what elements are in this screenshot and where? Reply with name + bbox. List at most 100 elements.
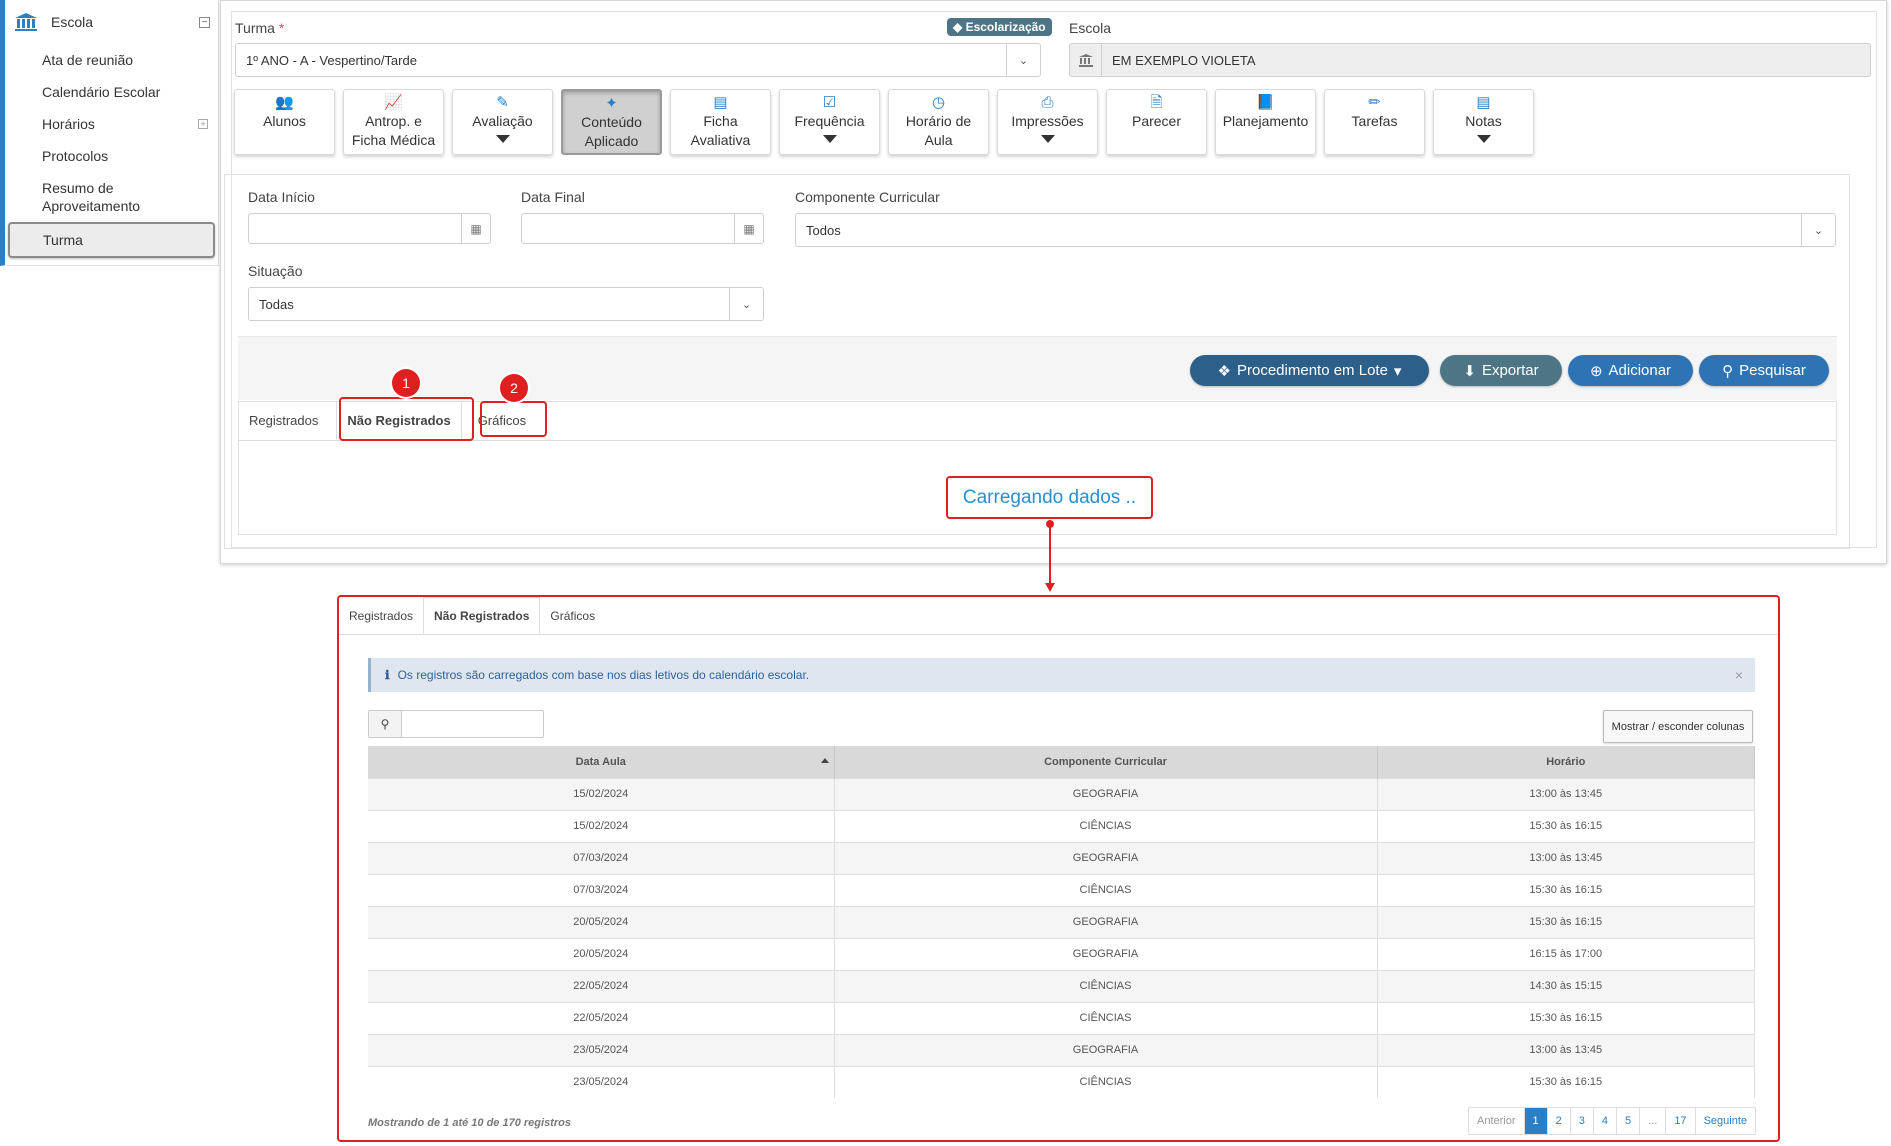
turma-select[interactable]: 1º ANO - A - Vespertino/Tarde ⌄ [235, 43, 1041, 77]
exportar-button[interactable]: ⬇ Exportar [1440, 355, 1562, 386]
table-row[interactable]: 15/02/2024 CIÊNCIAS 15:30 às 16:15 [368, 809, 1755, 842]
sidebar: Escola − Ata de reunião Calendário Escol… [0, 0, 219, 266]
componente-label: Componente Curricular [795, 189, 940, 205]
sidebar-item-resumo[interactable]: Resumo de Aproveitamento [5, 172, 185, 222]
calendar-icon[interactable]: ▦ [461, 214, 490, 243]
table-cell: 15:30 às 16:15 [1377, 905, 1755, 938]
table-row[interactable]: 22/05/2024 CIÊNCIAS 14:30 às 15:15 [368, 969, 1755, 1002]
button-label: Planejamento [1222, 113, 1309, 129]
chevron-down-icon[interactable]: ⌄ [729, 288, 763, 320]
button-label: Ficha [703, 113, 738, 129]
parecer-button[interactable]: 🗎 Parecer [1106, 89, 1207, 155]
records-table: Data Aula Componente Curricular Horário … [368, 746, 1755, 1098]
close-icon[interactable]: × [1735, 667, 1743, 683]
pagination-page[interactable]: 5 [1617, 1108, 1641, 1134]
pagination: Anterior 1 2 3 4 5 ... 17 Seguinte [1467, 1107, 1756, 1135]
chevron-down-icon[interactable]: ⌄ [1006, 44, 1040, 76]
table-cell: 16:15 às 17:00 [1377, 937, 1755, 970]
table-row[interactable]: 22/05/2024 CIÊNCIAS 15:30 às 16:15 [368, 1001, 1755, 1034]
print-icon: ⎙ [1041, 94, 1054, 111]
sidebar-item-label: Turma [43, 232, 83, 248]
procedimento-lote-button[interactable]: ❖ Procedimento em Lote ▾ [1190, 355, 1429, 386]
ficha-avaliativa-button[interactable]: ▤ Ficha Avaliativa [670, 89, 771, 155]
sidebar-item-horarios[interactable]: Horários + [5, 108, 218, 140]
button-label: Frequência [794, 113, 865, 129]
antrop-button[interactable]: 📈 Antrop. e Ficha Médica [343, 89, 444, 155]
column-header-componente[interactable]: Componente Curricular [834, 746, 1378, 778]
table-cell: 20/05/2024 [368, 905, 835, 938]
button-label-2: Ficha Médica [351, 132, 436, 148]
table-body: 15/02/2024 GEOGRAFIA 13:00 às 13:45 15/02/2… [368, 777, 1755, 1098]
highlight-box-1 [339, 397, 474, 441]
table-cell: 15:30 às 16:15 [1377, 873, 1755, 906]
table-row[interactable]: 23/05/2024 CIÊNCIAS 15:30 às 16:15 [368, 1065, 1755, 1098]
table-cell: GEOGRAFIA [834, 937, 1378, 970]
table-cell: CIÊNCIAS [834, 1001, 1378, 1034]
table-row[interactable]: 23/05/2024 GEOGRAFIA 13:00 às 13:45 [368, 1033, 1755, 1066]
button-label: Alunos [263, 113, 306, 129]
table-cell: 23/05/2024 [368, 1033, 835, 1066]
table-row[interactable]: 20/05/2024 GEOGRAFIA 15:30 às 16:15 [368, 905, 1755, 938]
tab-registrados[interactable]: Registrados [239, 401, 328, 440]
table-cell: 13:00 às 13:45 [1377, 1033, 1755, 1066]
componente-select-value: Todos [806, 222, 841, 238]
expand-icon[interactable]: + [198, 119, 208, 129]
button-label-2: Avaliativa [690, 132, 751, 148]
impressoes-button[interactable]: ⎙ Impressões [997, 89, 1098, 155]
button-label: Pesquisar [1739, 362, 1806, 379]
pagination-page[interactable]: 3 [1571, 1108, 1594, 1134]
planejamento-button[interactable]: 📘 Planejamento [1215, 89, 1316, 155]
sidebar-item-protocolos[interactable]: Protocolos [5, 140, 218, 172]
table-cell: 22/05/2024 [368, 1001, 835, 1034]
collapse-icon[interactable]: − [199, 16, 210, 28]
data-final-input[interactable]: ▦ [521, 213, 764, 244]
table-cell: CIÊNCIAS [834, 969, 1378, 1002]
pagination-page[interactable]: 2 [1548, 1108, 1571, 1134]
adicionar-button[interactable]: ⊕ Adicionar [1568, 355, 1693, 386]
frequencia-button[interactable]: ☑ Frequência [779, 89, 880, 155]
alunos-button[interactable]: 👥 Alunos [234, 89, 335, 155]
sidebar-header[interactable]: Escola − [5, 0, 218, 44]
conteudo-aplicado-button[interactable]: ✦ Conteúdo Aplicado [561, 89, 662, 155]
horario-aula-button[interactable]: ◷ Horário de Aula [888, 89, 989, 155]
pagination-next[interactable]: Seguinte [1696, 1108, 1755, 1134]
avaliacao-button[interactable]: ✎ Avaliação [452, 89, 553, 155]
column-header-horario[interactable]: Horário [1377, 746, 1755, 778]
tab-graficos[interactable]: Gráficos [540, 597, 605, 634]
table-cell: GEOGRAFIA [834, 1033, 1378, 1066]
situacao-select[interactable]: Todas ⌄ [248, 287, 764, 321]
pagination-prev[interactable]: Anterior [1469, 1108, 1525, 1134]
table-row[interactable]: 07/03/2024 CIÊNCIAS 15:30 às 16:15 [368, 873, 1755, 906]
step-marker-2: 2 [500, 374, 528, 402]
tarefas-button[interactable]: ✏ Tarefas [1324, 89, 1425, 155]
notas-button[interactable]: ▤ Notas [1433, 89, 1534, 155]
button-label: Procedimento em Lote [1237, 362, 1388, 379]
pagination-page[interactable]: 4 [1594, 1108, 1618, 1134]
alert-text: Os registros são carregados com base nos… [397, 668, 810, 682]
chevron-down-icon[interactable]: ⌄ [1801, 214, 1835, 246]
data-inicio-input[interactable]: ▦ [248, 213, 491, 244]
search-icon: ⚲ [369, 711, 402, 737]
table-row[interactable]: 15/02/2024 GEOGRAFIA 13:00 às 13:45 [368, 777, 1755, 810]
tab-nao-registrados[interactable]: Não Registrados [423, 597, 541, 634]
table-row[interactable]: 20/05/2024 GEOGRAFIA 16:15 às 17:00 [368, 937, 1755, 970]
connector-line [1049, 524, 1051, 586]
pagination-page[interactable]: 1 [1524, 1108, 1548, 1134]
table-search[interactable]: ⚲ [368, 710, 544, 738]
records-info: Mostrando de 1 até 10 de 170 registros [368, 1117, 571, 1129]
sidebar-item-ata[interactable]: Ata de reunião [5, 44, 218, 76]
componente-select[interactable]: Todos ⌄ [795, 213, 1836, 247]
table-cell: 15/02/2024 [368, 809, 835, 842]
sidebar-item-turma[interactable]: Turma [8, 222, 215, 258]
column-header-data-aula[interactable]: Data Aula [368, 746, 835, 778]
toggle-columns-button[interactable]: Mostrar / esconder colunas [1603, 710, 1753, 743]
step-marker-1: 1 [392, 369, 420, 397]
header-label: Data Aula [575, 755, 626, 768]
sidebar-item-calendario[interactable]: Calendário Escolar [5, 76, 218, 108]
pagination-page[interactable]: 17 [1666, 1108, 1696, 1134]
table-row[interactable]: 07/03/2024 GEOGRAFIA 13:00 às 13:45 [368, 841, 1755, 874]
calendar-icon[interactable]: ▦ [734, 214, 763, 243]
sidebar-item-label: Resumo de Aproveitamento [42, 180, 141, 214]
tab-registrados[interactable]: Registrados [339, 597, 423, 634]
pesquisar-button[interactable]: ⚲ Pesquisar [1699, 355, 1829, 386]
